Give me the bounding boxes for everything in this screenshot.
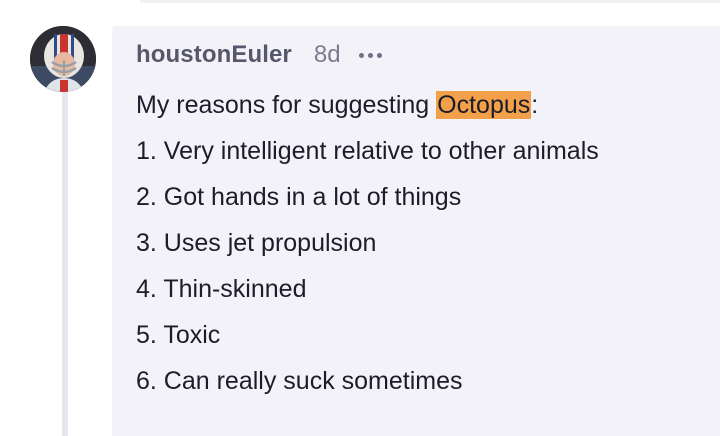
intro-suffix: : [531,91,539,119]
reason-item: 6. Can really suck sometimes [136,367,463,395]
timestamp[interactable]: 8d [314,41,341,69]
comment-thread: houstonEuler 8d My reasons for suggestin… [0,0,720,436]
username-link[interactable]: houstonEuler [136,41,292,69]
comment-meta: houstonEuler 8d [136,40,382,70]
reason-item: 5. Toxic [136,321,221,349]
reason-item: 2. Got hands in a lot of things [136,183,462,211]
ellipsis-icon-dot [367,52,373,58]
divider [140,0,720,3]
thread-line[interactable] [62,92,68,436]
comment-intro: My reasons for suggesting Octopus: [136,88,696,134]
reason-item: 4. Thin-skinned [136,275,307,303]
highlighted-term: Octopus [436,91,532,119]
reason-item: 1. Very intelligent relative to other an… [136,137,599,165]
football-player-avatar-image [30,26,96,92]
avatar[interactable] [30,26,96,92]
ellipsis-icon-dot [376,52,382,58]
comment-body: My reasons for suggesting Octopus: 1. Ve… [136,88,696,410]
comment-card: houstonEuler 8d My reasons for suggestin… [112,26,720,436]
ellipsis-icon [358,52,364,58]
more-options-button[interactable] [358,43,382,67]
intro-text: My reasons for suggesting [136,91,437,119]
reason-item: 3. Uses jet propulsion [136,229,377,257]
